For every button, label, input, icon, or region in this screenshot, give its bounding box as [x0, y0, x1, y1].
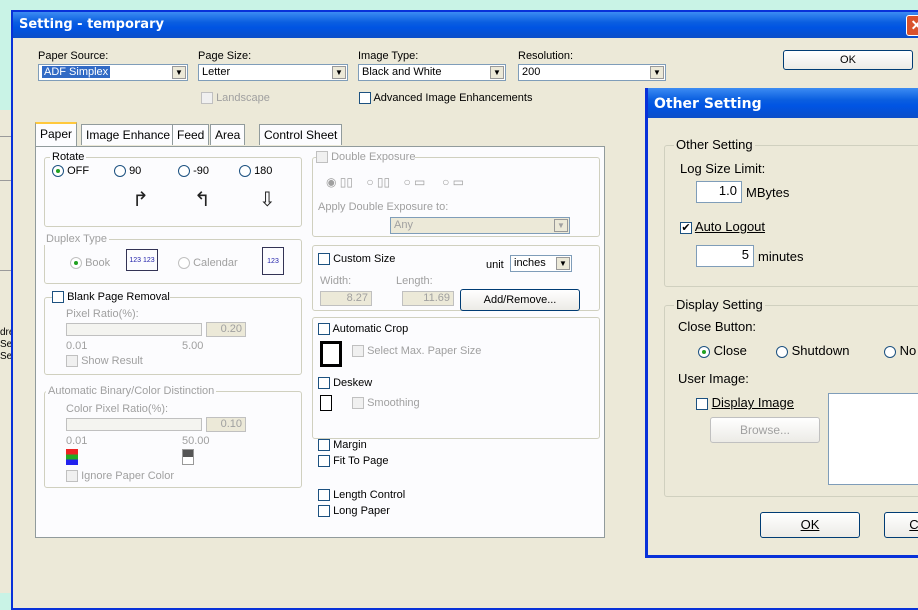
paper-panel: Rotate OFF 90 -90 180 ↱ ↰ ⇩ Duplex Type … [35, 146, 605, 538]
deskew-icon [320, 395, 332, 411]
display-image-checkbox[interactable]: Display Image [696, 395, 794, 410]
tab-feed[interactable]: Feed [172, 124, 210, 145]
dialog-title: Other Setting [654, 96, 762, 112]
rotate-title: Rotate [50, 151, 87, 163]
auto-logout-unit: minutes [758, 249, 804, 264]
rotate-90-radio[interactable]: 90 [114, 165, 141, 178]
tab-control-sheet[interactable]: Control Sheet [259, 124, 343, 145]
color-ratio-label: Color Pixel Ratio(%): [66, 403, 169, 415]
auto-binary-title: Automatic Binary/Color Distinction [46, 385, 217, 397]
chevron-down-icon: ▼ [332, 66, 346, 79]
double-exposure-checkbox[interactable]: Double Exposure [316, 151, 416, 164]
paper-source-select[interactable]: ADF Simplex ▼ [38, 64, 188, 81]
min-value: 0.01 [66, 435, 88, 447]
page-size-select[interactable]: Letter ▼ [198, 64, 348, 81]
duplex-title: Duplex Type [44, 233, 109, 245]
ignore-paper-color-checkbox[interactable]: Ignore Paper Color [66, 470, 174, 483]
apply-exposure-label: Apply Double Exposure to: [318, 201, 449, 213]
tab-image-enhance[interactable]: Image Enhance [81, 124, 176, 145]
window-title: Setting - temporary [19, 17, 164, 32]
pixel-ratio-label: Pixel Ratio(%): [66, 308, 139, 320]
close-icon[interactable]: ✕ [906, 15, 918, 36]
log-size-input[interactable]: 1.0 [696, 181, 742, 203]
resolution-select[interactable]: 200 ▼ [518, 64, 666, 81]
rotate-right-icon: ↱ [132, 187, 149, 211]
title-bar: Setting - temporary ✕ [13, 12, 918, 38]
other-setting-dialog: Other Setting Other Setting Log Size Lim… [645, 88, 918, 558]
display-setting-title: Display Setting [674, 297, 765, 312]
add-remove-button[interactable]: Add/Remove... [460, 289, 580, 311]
show-result-checkbox[interactable]: Show Result [66, 355, 143, 368]
long-paper-checkbox[interactable]: Long Paper [318, 505, 390, 518]
width-label: Width: [320, 275, 352, 287]
custom-size-checkbox[interactable]: Custom Size [318, 253, 395, 266]
apply-exposure-select[interactable]: Any ▼ [390, 217, 570, 234]
advanced-enhancements-checkbox[interactable]: Advanced Image Enhancements [359, 92, 532, 105]
landscape-checkbox[interactable]: Landscape [201, 92, 270, 105]
min-value: 0.01 [66, 340, 88, 352]
auto-logout-input[interactable]: 5 [696, 245, 754, 267]
tab-paper[interactable]: Paper [35, 122, 78, 146]
grayscale-icon [182, 449, 194, 465]
ok-button[interactable]: OK [783, 50, 913, 70]
no-radio[interactable]: No [884, 343, 916, 358]
close-radio[interactable]: Close [698, 343, 747, 358]
other-setting-title: Other Setting [674, 137, 755, 152]
paper-source-label: Paper Source: [38, 50, 109, 62]
unit-label: unit [486, 259, 504, 271]
image-type-select[interactable]: Black and White ▼ [358, 64, 506, 81]
unit-select[interactable]: inches ▼ [510, 255, 572, 272]
max-value: 5.00 [182, 340, 204, 352]
pixel-ratio-slider[interactable] [66, 323, 202, 336]
blank-page-checkbox[interactable]: Blank Page Removal [52, 291, 170, 304]
fit-to-page-checkbox[interactable]: Fit To Page [318, 455, 389, 468]
rotate-minus90-radio[interactable]: -90 [178, 165, 209, 178]
chevron-down-icon: ▼ [490, 66, 504, 79]
dialog-cancel-button[interactable]: C [884, 512, 918, 538]
crop-icon [320, 341, 342, 367]
chevron-down-icon: ▼ [650, 66, 664, 79]
chevron-down-icon: ▼ [172, 66, 186, 79]
image-type-label: Image Type: [358, 50, 419, 62]
color-icon [66, 449, 78, 465]
dialog-title-bar: Other Setting [648, 88, 918, 118]
color-ratio-slider[interactable] [66, 418, 202, 431]
margin-checkbox[interactable]: Margin [318, 439, 367, 452]
duplex-calendar-radio[interactable]: Calendar [178, 257, 238, 270]
exposure-layout-options[interactable]: ◉ ▯▯ ○ ▯▯ ○ ▭ ○ ▭ [326, 175, 464, 189]
rotate-180-radio[interactable]: 180 [239, 165, 272, 178]
tab-area[interactable]: Area [210, 124, 246, 145]
book-icon: 123 123 [126, 249, 158, 271]
length-field[interactable]: 11.69 [402, 291, 454, 306]
rotate-left-icon: ↰ [194, 187, 211, 211]
chevron-down-icon: ▼ [554, 219, 568, 232]
user-image-label: User Image: [678, 371, 749, 386]
auto-logout-checkbox[interactable]: ✔ Auto Logout [680, 219, 765, 234]
resolution-label: Resolution: [518, 50, 574, 62]
duplex-book-radio[interactable]: Book [70, 257, 110, 270]
color-ratio-value[interactable]: 0.10 [206, 417, 246, 432]
smoothing-checkbox[interactable]: Smoothing [352, 397, 420, 410]
automatic-crop-checkbox[interactable]: Automatic Crop [318, 323, 408, 336]
select-max-paper-checkbox[interactable]: Select Max. Paper Size [352, 345, 481, 358]
length-control-checkbox[interactable]: Length Control [318, 489, 405, 502]
arrow-down-icon: ⇩ [259, 187, 276, 211]
calendar-icon: 123 [262, 247, 284, 275]
page-size-label: Page Size: [198, 50, 252, 62]
rotate-off-radio[interactable]: OFF [52, 165, 89, 178]
max-value: 50.00 [182, 435, 210, 447]
width-field[interactable]: 8.27 [320, 291, 372, 306]
pixel-ratio-value[interactable]: 0.20 [206, 322, 246, 337]
log-size-unit: MBytes [746, 185, 790, 200]
user-image-preview [828, 393, 918, 485]
browse-button[interactable]: Browse... [710, 417, 820, 443]
length-label: Length: [396, 275, 433, 287]
log-size-label: Log Size Limit: [680, 161, 766, 176]
chevron-down-icon: ▼ [556, 257, 570, 270]
shutdown-radio[interactable]: Shutdown [776, 343, 849, 358]
dialog-ok-button[interactable]: OK [760, 512, 860, 538]
deskew-checkbox[interactable]: Deskew [318, 377, 372, 390]
close-button-label: Close Button: [678, 319, 757, 334]
